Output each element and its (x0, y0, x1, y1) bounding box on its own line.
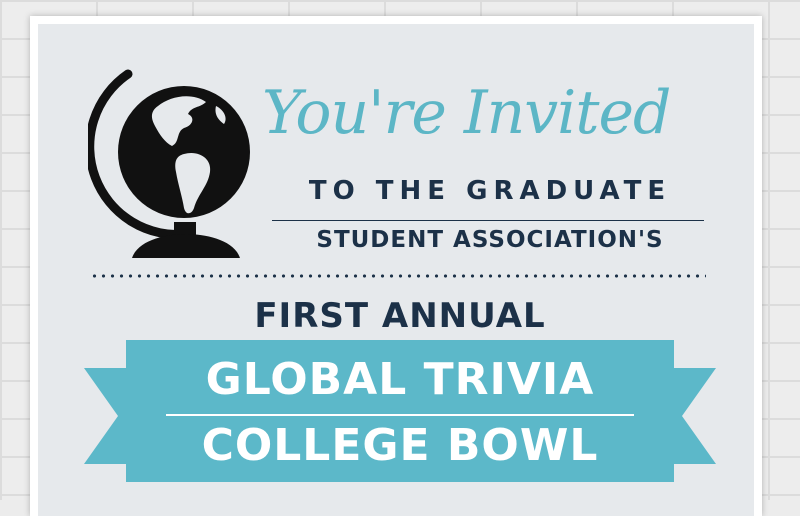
subheading-line-1: TO THE GRADUATE (308, 176, 672, 206)
globe-icon (88, 69, 250, 258)
invited-heading: You're Invited (262, 78, 671, 148)
ribbon-title-line-2: COLLEGE BOWL (201, 420, 599, 471)
first-annual-label: FIRST ANNUAL (254, 296, 546, 336)
ribbon-title-line-1: GLOBAL TRIVIA (205, 354, 595, 405)
subheading-line-2: STUDENT ASSOCIATION'S (316, 227, 664, 253)
title-ribbon: GLOBAL TRIVIA COLLEGE BOWL (126, 340, 674, 482)
dotted-divider (90, 274, 706, 278)
subheading-divider (272, 220, 704, 221)
ribbon-divider (166, 414, 634, 416)
